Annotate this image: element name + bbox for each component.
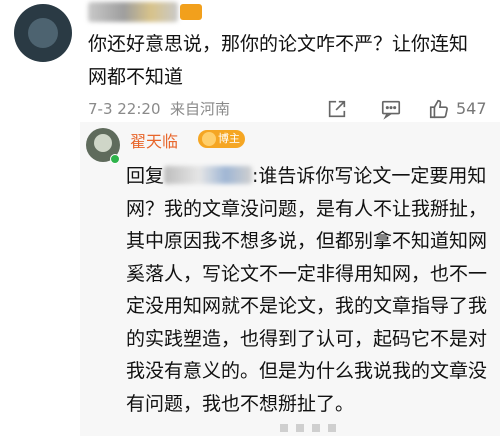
- comment-icon[interactable]: [380, 98, 402, 120]
- comment-meta: 7-3 22:20 来自河南 547: [88, 96, 488, 122]
- share-icon[interactable]: [326, 98, 348, 120]
- continuation-dots: [280, 424, 340, 432]
- comment-text: 你还好意思说，那你的论文咋不严？让你连知网都不知道: [88, 33, 469, 88]
- like-count: 547: [456, 99, 487, 118]
- comment-location: 来自河南: [170, 100, 231, 118]
- verified-icon: [110, 154, 120, 164]
- reply-prefix: 回复: [126, 165, 165, 187]
- avatar-image: [28, 18, 58, 48]
- reply-card: 翟天临 博主 回复:谁告诉你写论文一定要用知网？我的文章没问题，是有人不让我掰扯…: [80, 122, 500, 436]
- avatar[interactable]: [14, 4, 72, 62]
- avatar-image: [94, 134, 112, 152]
- badge-label: 博主: [218, 132, 240, 145]
- username-blurred[interactable]: [88, 2, 178, 22]
- reply-body: :谁告诉你写论文一定要用知网？我的文章没问题，是有人不让我掰扯，其中原因我不想多…: [126, 165, 488, 415]
- mentioned-username-blurred[interactable]: [164, 166, 253, 184]
- thumbs-up-icon[interactable]: [428, 98, 450, 120]
- badge-icon: [202, 132, 216, 146]
- reply-text: 回复:谁告诉你写论文一定要用知网？我的文章没问题，是有人不让我掰扯，其中原因我不…: [126, 160, 496, 420]
- blogger-badge: 博主: [198, 130, 245, 148]
- user-badge-icon: [180, 4, 202, 20]
- reply-username[interactable]: 翟天临: [130, 128, 178, 152]
- comment-time: 7-3 22:20: [88, 100, 161, 118]
